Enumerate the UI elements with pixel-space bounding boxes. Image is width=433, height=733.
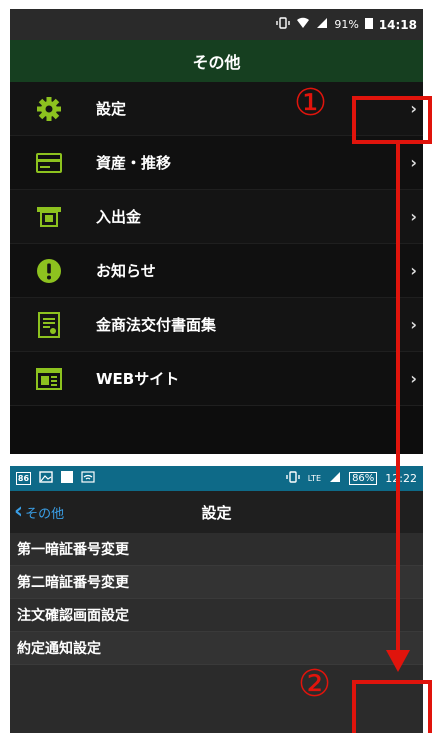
signal-icon <box>316 17 328 32</box>
chevron-right-icon: › <box>410 369 417 388</box>
page-title: その他 <box>10 40 423 82</box>
signal-icon <box>329 471 341 486</box>
menu-item-label: お知らせ <box>96 262 156 280</box>
gear-icon <box>36 96 62 122</box>
chevron-right-icon: › <box>395 640 401 656</box>
nav-bar: ‹ その他 設定 <box>10 491 423 533</box>
status-bar: 86 LTE 86% 12:22 <box>10 466 423 491</box>
menu-item-notices[interactable]: お知らせ › <box>10 244 423 298</box>
chevron-right-icon: › <box>410 261 417 280</box>
wifi-icon <box>296 17 310 32</box>
menu-item-settings[interactable]: 設定 › <box>10 82 423 136</box>
back-button[interactable]: ‹ その他 <box>14 501 64 523</box>
network-type: LTE <box>307 474 322 483</box>
settings-item-pin1[interactable]: 第一暗証番号変更 › <box>10 533 423 566</box>
settings-item-pin2[interactable]: 第二暗証番号変更 › <box>10 566 423 599</box>
settings-item-label: 第二暗証番号変更 <box>17 575 129 591</box>
chevron-right-icon: › <box>410 99 417 118</box>
status-time: 12:22 <box>385 472 417 485</box>
page-title: 設定 <box>201 503 232 522</box>
wifi-icon <box>81 471 95 486</box>
settings-item-order-confirm[interactable]: 注文確認画面設定 › <box>10 599 423 632</box>
bottom-screenshot: 86 LTE 86% 12:22 ‹ その他 設定 第一暗証番号変更 › 第二暗… <box>10 466 423 733</box>
menu-item-assets[interactable]: 資産・推移 › <box>10 136 423 190</box>
card-icon <box>36 150 62 176</box>
notification-badge: 86 <box>16 472 31 485</box>
chevron-left-icon: ‹ <box>14 499 24 524</box>
chevron-right-icon: › <box>410 207 417 226</box>
menu-item-website[interactable]: WEBサイト › <box>10 352 423 406</box>
settings-item-execution-notice[interactable]: 約定通知設定 › <box>10 632 423 665</box>
menu-item-documents[interactable]: 金商法交付書面集 › <box>10 298 423 352</box>
atm-icon <box>36 204 62 230</box>
settings-item-label: 約定通知設定 <box>17 641 101 657</box>
menu-item-deposit-withdrawal[interactable]: 入出金 › <box>10 190 423 244</box>
back-label: その他 <box>25 506 65 522</box>
chevron-right-icon: › <box>395 607 401 623</box>
chevron-right-icon: › <box>395 541 401 557</box>
settings-item-label: 注文確認画面設定 <box>17 608 129 624</box>
battery-percent: 91% <box>334 18 359 31</box>
chevron-right-icon: › <box>410 153 417 172</box>
exclamation-icon <box>36 258 62 284</box>
settings-list: 第一暗証番号変更 › 第二暗証番号変更 › 注文確認画面設定 › 約定通知設定 … <box>10 533 423 665</box>
app-notification-icon <box>61 471 73 486</box>
chevron-right-icon: › <box>410 315 417 334</box>
battery-icon <box>364 17 373 32</box>
chevron-right-icon: › <box>395 574 401 590</box>
menu-item-label: WEBサイト <box>96 370 180 388</box>
vibrate-icon <box>286 471 300 486</box>
menu-list: 設定 › 資産・推移 › 入出金 › お知らせ › 金商法交付書面集 › WEB… <box>10 82 423 406</box>
menu-item-label: 入出金 <box>96 208 142 226</box>
website-icon <box>36 366 62 392</box>
settings-item-label: 第一暗証番号変更 <box>17 542 129 558</box>
status-bar: 91% 14:18 <box>10 9 423 40</box>
menu-item-label: 金商法交付書面集 <box>96 316 217 334</box>
status-time: 14:18 <box>378 17 417 32</box>
menu-item-label: 設定 <box>96 100 127 118</box>
menu-item-label: 資産・推移 <box>96 154 172 172</box>
image-notification-icon <box>39 471 53 486</box>
top-screenshot: 91% 14:18 その他 設定 › 資産・推移 › 入出金 › お知らせ › … <box>10 9 423 454</box>
vibrate-icon <box>276 17 291 32</box>
document-icon <box>36 311 62 338</box>
battery-indicator: 86% <box>349 472 378 485</box>
